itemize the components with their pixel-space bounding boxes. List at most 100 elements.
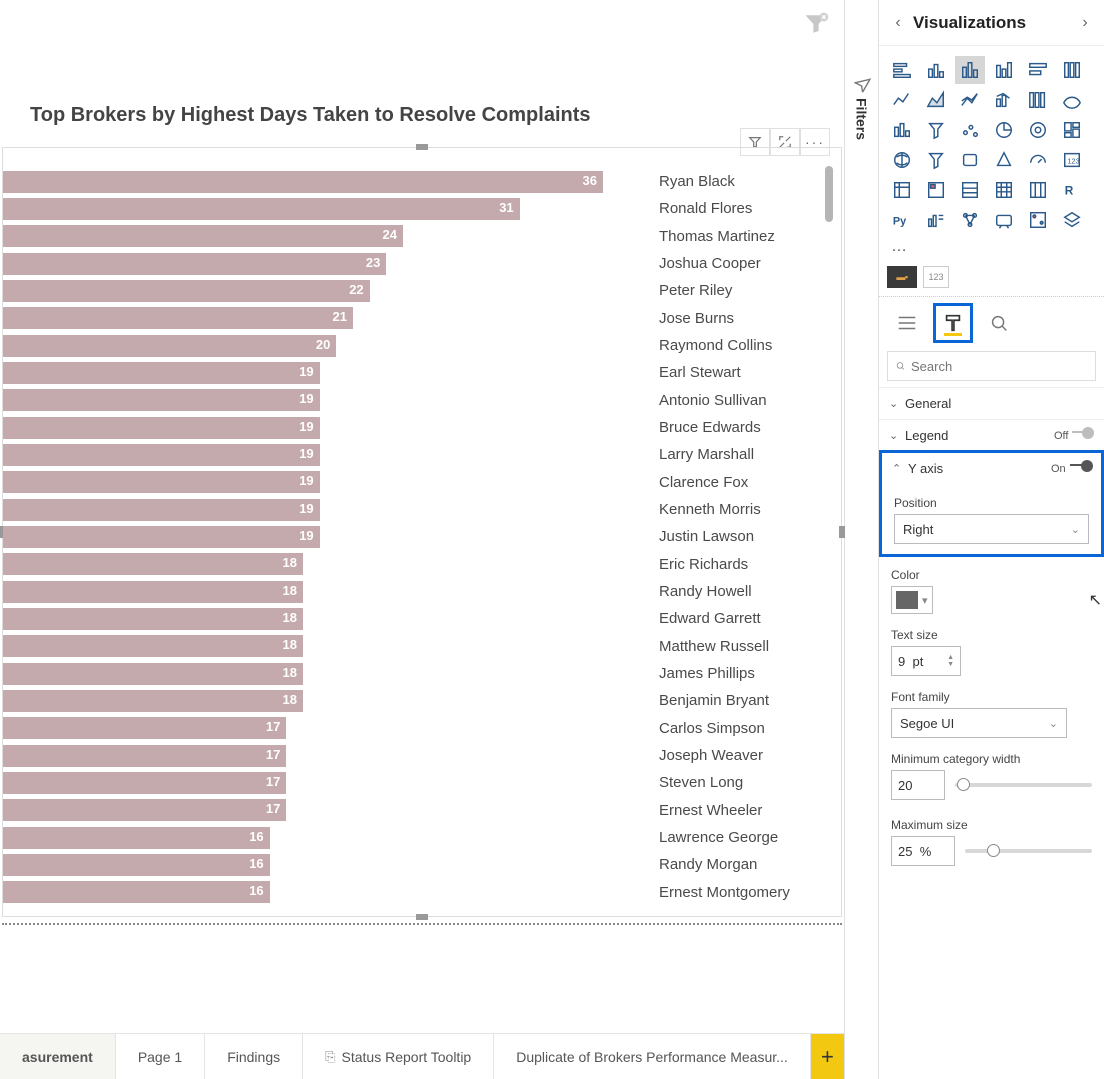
resize-handle[interactable] [416, 914, 428, 920]
bar[interactable]: 17 [3, 799, 286, 821]
page-tab[interactable]: Page 1 [116, 1034, 205, 1079]
viz-type-icon[interactable] [989, 86, 1019, 114]
bar[interactable]: 24 [3, 225, 403, 247]
viz-type-icon[interactable] [989, 116, 1019, 144]
bar[interactable]: 19 [3, 362, 320, 384]
viz-type-icon[interactable] [1057, 56, 1087, 84]
values-field-well[interactable]: 123 [923, 266, 949, 288]
viz-type-icon[interactable]: Py [887, 206, 917, 234]
bar[interactable]: 18 [3, 635, 303, 657]
viz-type-icon[interactable] [989, 56, 1019, 84]
page-tab[interactable]: ⎘Status Report Tooltip [303, 1034, 494, 1079]
viz-type-icon[interactable] [989, 206, 1019, 234]
page-tab[interactable]: Duplicate of Brokers Performance Measur.… [494, 1034, 811, 1079]
bar[interactable]: 18 [3, 663, 303, 685]
viz-type-icon[interactable] [989, 146, 1019, 174]
viz-type-icon[interactable]: 123 [1057, 146, 1087, 174]
bar[interactable]: 19 [3, 526, 320, 548]
page-tab[interactable]: asurement [0, 1034, 116, 1079]
general-section[interactable]: ⌄ General [879, 388, 1104, 419]
format-tab-icon[interactable] [933, 303, 973, 343]
bar[interactable]: 19 [3, 471, 320, 493]
viz-type-icon[interactable] [1023, 116, 1053, 144]
text-size-input[interactable]: 9 pt ▲▼ [891, 646, 961, 676]
y-axis-toggle[interactable] [1070, 464, 1091, 474]
scrollbar[interactable] [825, 166, 833, 222]
viz-type-icon[interactable] [1023, 86, 1053, 114]
viz-type-icon[interactable] [887, 116, 917, 144]
viz-type-icon[interactable] [887, 86, 917, 114]
y-axis-section[interactable]: ⌃ Y axis On [882, 453, 1101, 484]
viz-type-icon[interactable] [921, 116, 951, 144]
bar[interactable]: 19 [3, 389, 320, 411]
page-tab[interactable]: Findings [205, 1034, 303, 1079]
more-visuals-icon[interactable]: … [879, 238, 1104, 262]
fields-tab-icon[interactable] [887, 303, 927, 343]
viz-type-icon[interactable] [955, 206, 985, 234]
viz-type-icon[interactable] [921, 56, 951, 84]
expand-pane-icon[interactable]: › [1076, 14, 1094, 32]
viz-type-icon[interactable] [1023, 146, 1053, 174]
format-search[interactable] [887, 351, 1096, 381]
viz-type-icon[interactable] [1023, 176, 1053, 204]
min-category-width-slider[interactable] [955, 783, 1092, 787]
legend-section[interactable]: ⌄ Legend Off [879, 420, 1104, 451]
bar[interactable]: 17 [3, 772, 286, 794]
position-select[interactable]: Right ⌄ [894, 514, 1089, 544]
viz-type-icon[interactable] [1057, 86, 1087, 114]
bar[interactable]: 18 [3, 581, 303, 603]
viz-type-icon[interactable] [955, 146, 985, 174]
add-page-button[interactable]: + [811, 1034, 844, 1079]
bar[interactable]: 36 [3, 171, 603, 193]
viz-type-icon[interactable] [1057, 206, 1087, 234]
bar[interactable]: 23 [3, 253, 386, 275]
bar[interactable]: 16 [3, 881, 270, 903]
viz-type-icon[interactable] [1023, 56, 1053, 84]
max-size-slider[interactable] [965, 849, 1092, 853]
bar[interactable]: 18 [3, 690, 303, 712]
bar[interactable]: 20 [3, 335, 336, 357]
axis-field-well[interactable]: ▬▪ [887, 266, 917, 288]
viz-type-icon[interactable] [989, 176, 1019, 204]
filter-clear-icon[interactable] [802, 10, 830, 38]
viz-type-icon[interactable] [921, 176, 951, 204]
viz-type-icon[interactable] [887, 176, 917, 204]
legend-toggle[interactable] [1072, 431, 1094, 441]
viz-type-icon[interactable] [955, 176, 985, 204]
bar[interactable]: 21 [3, 307, 353, 329]
bar[interactable]: 31 [3, 198, 520, 220]
viz-type-icon[interactable] [921, 86, 951, 114]
viz-type-icon[interactable] [1057, 116, 1087, 144]
viz-type-icon[interactable] [921, 206, 951, 234]
bar[interactable]: 22 [3, 280, 370, 302]
search-input[interactable] [911, 359, 1087, 374]
max-size-input[interactable]: 25 % [891, 836, 955, 866]
viz-type-icon[interactable] [921, 146, 951, 174]
viz-type-icon[interactable]: R [1057, 176, 1087, 204]
bar[interactable]: 18 [3, 553, 303, 575]
viz-type-icon[interactable] [955, 116, 985, 144]
bar[interactable]: 19 [3, 444, 320, 466]
bar[interactable]: 19 [3, 499, 320, 521]
viz-type-icon[interactable] [887, 146, 917, 174]
viz-type-icon[interactable] [887, 56, 917, 84]
bar-value: 18 [283, 610, 297, 625]
bar[interactable]: 18 [3, 608, 303, 630]
viz-type-icon[interactable] [1023, 206, 1053, 234]
viz-type-icon[interactable] [955, 56, 985, 84]
bar-chart-visual[interactable]: 36 31 24 23 22 21 20 19 19 19 19 19 19 19 18 18 18 18 18 18… [2, 147, 842, 917]
min-category-width-input[interactable]: 20 [891, 770, 945, 800]
filters-pane-collapsed[interactable]: Filters [844, 0, 878, 1079]
color-picker[interactable]: ▾ [891, 586, 933, 614]
bar[interactable]: 19 [3, 417, 320, 439]
bar[interactable]: 16 [3, 827, 270, 849]
font-family-select[interactable]: Segoe UI ⌄ [891, 708, 1067, 738]
bar[interactable]: 17 [3, 745, 286, 767]
visual-type-gallery: 123R Py [879, 46, 1104, 238]
bar[interactable]: 17 [3, 717, 286, 739]
resize-handle[interactable] [416, 144, 428, 150]
analytics-tab-icon[interactable] [979, 303, 1019, 343]
bar[interactable]: 16 [3, 854, 270, 876]
viz-type-icon[interactable] [955, 86, 985, 114]
collapse-pane-icon[interactable]: ‹ [889, 14, 907, 32]
